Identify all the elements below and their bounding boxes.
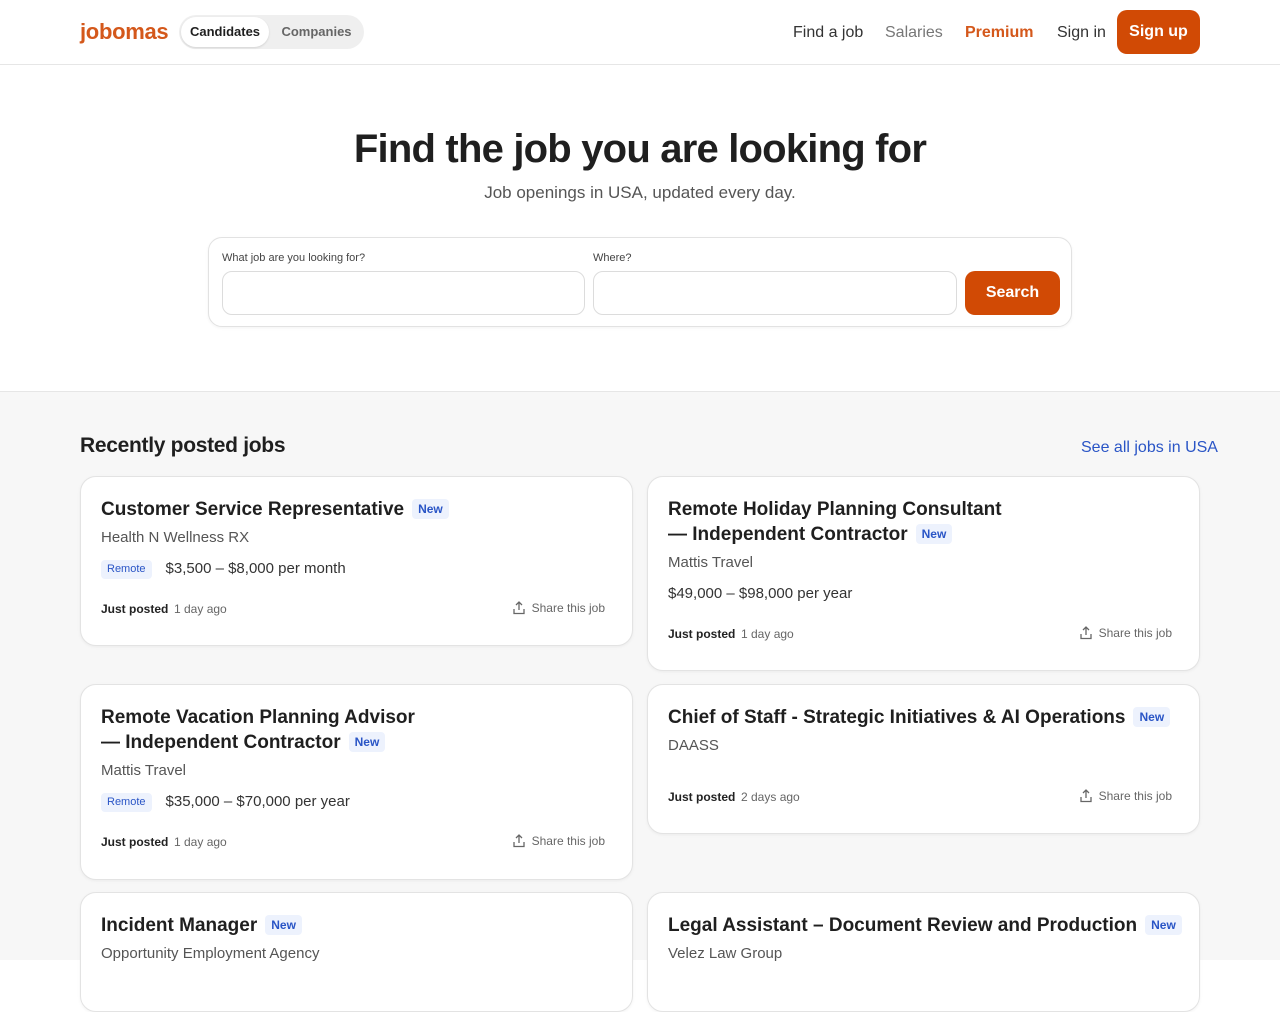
job-card[interactable]: Legal Assistant – Document Review and Pr…	[647, 892, 1200, 1012]
nav-find-job[interactable]: Find a job	[793, 0, 863, 65]
hero-subtitle: Job openings in USA, updated every day.	[484, 183, 796, 202]
what-input[interactable]	[222, 271, 585, 315]
logo[interactable]: jobomas	[80, 19, 169, 45]
company-name: Mattis Travel	[101, 762, 187, 779]
job-title[interactable]: Remote Vacation Planning Advisor — Indepe…	[101, 705, 415, 755]
audience-toggle: Candidates Companies	[179, 15, 364, 49]
job-title[interactable]: Incident Manager New	[101, 913, 302, 938]
job-card[interactable]: Chief of Staff - Strategic Initiatives &…	[647, 684, 1200, 834]
recent-jobs-section: Recently posted jobs See all jobs in USA…	[0, 392, 1280, 1012]
where-input[interactable]	[593, 271, 957, 315]
hero-section: Find the job you are looking for Job ope…	[0, 65, 1280, 392]
new-badge: New	[1145, 915, 1182, 935]
company-name: Health N Wellness RX	[101, 529, 250, 546]
nav-salaries[interactable]: Salaries	[885, 0, 943, 65]
job-title[interactable]: Remote Holiday Planning Consultant — Inde…	[668, 497, 1002, 547]
posted-label: Just posted	[101, 602, 169, 616]
where-label: Where?	[593, 252, 632, 264]
salary: $49,000 – $98,000 per year	[668, 585, 853, 602]
posted-ago: 1 day ago	[741, 627, 794, 641]
job-meta: Remote $35,000 – $70,000 per year	[101, 792, 350, 812]
share-icon	[512, 601, 525, 615]
posted-ago: 1 day ago	[174, 602, 227, 616]
see-all-jobs-link[interactable]: See all jobs in USA	[1081, 439, 1218, 457]
new-badge: New	[1133, 707, 1171, 727]
new-badge: New	[265, 915, 302, 935]
share-icon	[1079, 789, 1092, 803]
share-job-button[interactable]: Share this job	[1079, 626, 1172, 640]
share-job-button[interactable]: Share this job	[512, 601, 605, 615]
company-name: Velez Law Group	[668, 945, 783, 962]
job-card[interactable]: Remote Vacation Planning Advisor — Indepe…	[80, 684, 633, 880]
what-label: What job are you looking for?	[222, 252, 366, 264]
sign-up-button[interactable]: Sign up	[1117, 10, 1200, 54]
job-title[interactable]: Legal Assistant – Document Review and Pr…	[668, 913, 1182, 938]
company-name: Opportunity Employment Agency	[101, 945, 320, 962]
search-button[interactable]: Search	[965, 271, 1060, 315]
remote-badge: Remote	[101, 560, 152, 579]
job-title[interactable]: Customer Service Representative New	[101, 497, 449, 522]
section-heading: Recently posted jobs	[80, 434, 286, 457]
remote-badge: Remote	[101, 793, 152, 812]
company-name: DAASS	[668, 737, 719, 754]
job-title[interactable]: Chief of Staff - Strategic Initiatives &…	[668, 705, 1171, 730]
hero-title: Find the job you are looking for	[353, 127, 927, 171]
toggle-candidates[interactable]: Candidates	[181, 17, 269, 47]
new-badge: New	[412, 499, 449, 519]
share-icon	[1079, 626, 1092, 640]
salary: $35,000 – $70,000 per year	[165, 793, 350, 810]
posted-ago: 2 days ago	[741, 790, 800, 804]
salary: $3,500 – $8,000 per month	[165, 560, 346, 577]
search-box: What job are you looking for? Where? Sea…	[208, 237, 1072, 327]
job-card[interactable]: Remote Holiday Planning Consultant — Inde…	[647, 476, 1200, 671]
posted-ago: 1 day ago	[174, 835, 227, 849]
posted-label: Just posted	[668, 627, 736, 641]
share-icon	[512, 834, 525, 848]
posted-label: Just posted	[101, 835, 169, 849]
toggle-companies[interactable]: Companies	[271, 17, 362, 47]
job-card[interactable]: Customer Service Representative New Healt…	[80, 476, 633, 646]
job-card[interactable]: Incident Manager New Opportunity Employme…	[80, 892, 633, 1012]
company-name: Mattis Travel	[668, 554, 754, 571]
share-job-button[interactable]: Share this job	[1079, 789, 1172, 803]
new-badge: New	[915, 524, 953, 544]
job-meta: Remote $3,500 – $8,000 per month	[101, 559, 346, 579]
posted-label: Just posted	[668, 790, 736, 804]
top-header: jobomas Candidates Companies Find a job …	[0, 0, 1280, 65]
new-badge: New	[348, 732, 386, 752]
share-job-button[interactable]: Share this job	[512, 834, 605, 848]
nav-sign-in[interactable]: Sign in	[1057, 0, 1106, 65]
nav-premium[interactable]: Premium	[965, 0, 1033, 65]
